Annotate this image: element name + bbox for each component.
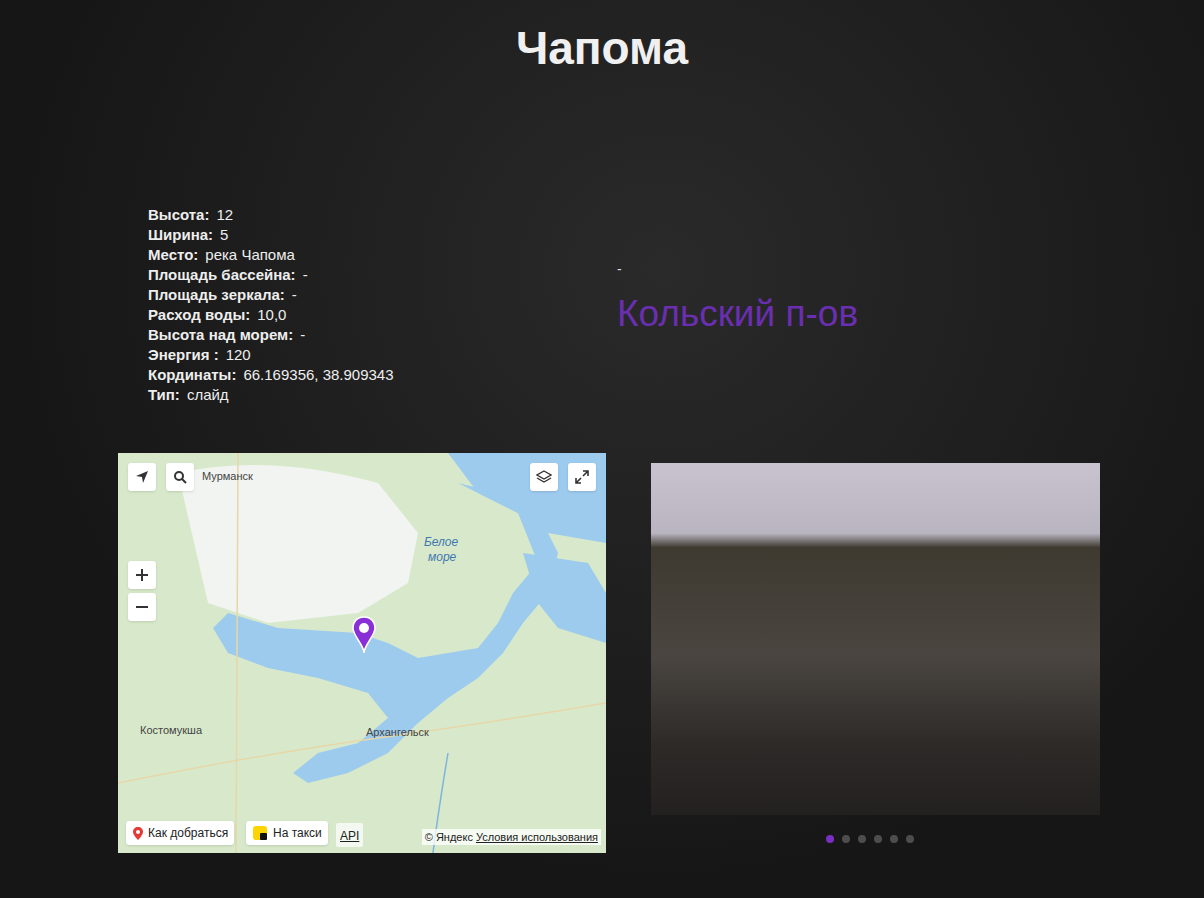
- gallery-dot[interactable]: [858, 835, 866, 843]
- expand-icon: [575, 470, 589, 484]
- api-link[interactable]: API: [340, 829, 359, 843]
- gallery: [651, 463, 1100, 853]
- api-box: API: [336, 823, 363, 847]
- property-row: Место: река Чапома: [148, 245, 617, 265]
- property-label: Тип:: [148, 385, 180, 405]
- region-block: - Кольский п-ов: [617, 205, 858, 405]
- layers-button[interactable]: [530, 463, 558, 491]
- property-label: Расход воды:: [148, 305, 250, 325]
- zoom-in-button[interactable]: [128, 561, 156, 589]
- search-icon: [173, 470, 187, 484]
- properties-list: Высота:12Ширина:5Место:река ЧапомаПлощад…: [0, 205, 617, 405]
- plus-icon: [135, 568, 149, 582]
- property-label: Место:: [148, 245, 198, 265]
- layers-icon: [536, 469, 552, 485]
- property-value: -: [303, 265, 308, 285]
- property-row: Ширина: 5: [148, 225, 617, 245]
- map[interactable]: Мурманск Белоеморе Костомукша Архангельск: [118, 453, 606, 853]
- route-label: Как добраться: [148, 824, 228, 842]
- property-row: Площадь бассейна:-: [148, 265, 617, 285]
- gallery-photo[interactable]: [651, 463, 1100, 815]
- property-value: 10,0: [257, 305, 286, 325]
- map-label: море: [428, 550, 456, 564]
- map-label: Белое: [424, 535, 458, 549]
- property-row: Тип: слайд: [148, 385, 617, 405]
- property-row: Расход воды: 10,0: [148, 305, 617, 325]
- property-value: -: [300, 325, 305, 345]
- map-label: Костомукша: [140, 723, 202, 737]
- map-pin-icon[interactable]: [351, 615, 377, 655]
- gallery-dot[interactable]: [890, 835, 898, 843]
- map-label: Архангельск: [366, 725, 429, 739]
- gallery-dots: [826, 835, 926, 843]
- pin-icon: [132, 826, 144, 841]
- copyright: © Яндекс: [425, 829, 473, 846]
- minus-icon: [135, 600, 149, 614]
- gallery-dot[interactable]: [842, 835, 850, 843]
- property-value: 120: [226, 345, 251, 365]
- property-label: Площадь бассейна:: [148, 265, 296, 285]
- zoom-out-button[interactable]: [128, 593, 156, 621]
- fullscreen-button[interactable]: [568, 463, 596, 491]
- media-row: Мурманск Белоеморе Костомукша Архангельск: [0, 453, 1204, 853]
- taxi-icon: [252, 825, 268, 841]
- property-value: слайд: [187, 385, 229, 405]
- gallery-dot[interactable]: [874, 835, 882, 843]
- property-label: Высота над морем:: [148, 325, 293, 345]
- property-value: 12: [216, 205, 233, 225]
- copyright-box: © Яндекс Условия использования: [422, 829, 601, 846]
- arrow-icon: [135, 470, 149, 484]
- note: -: [617, 259, 858, 279]
- property-row: Энергия : 120: [148, 345, 617, 365]
- page: Чапома Высота: 12Ширина: 5 Место: река Чапом…: [0, 0, 1204, 898]
- map-shapes: [118, 453, 606, 853]
- gallery-dot[interactable]: [826, 835, 834, 843]
- region-title: Кольский п-ов: [617, 291, 858, 337]
- property-value: река Чапома: [205, 245, 295, 265]
- locate-button[interactable]: [128, 463, 156, 491]
- map-label: Мурманск: [202, 469, 253, 483]
- property-value: -: [292, 285, 297, 305]
- route-button[interactable]: Как добраться: [126, 821, 234, 845]
- property-row: Кординаты: 66.169356, 38.909343: [148, 365, 617, 385]
- page-title: Чапома: [0, 0, 1204, 76]
- property-label: Площадь зеркала:: [148, 285, 285, 305]
- property-value: 66.169356, 38.909343: [243, 365, 393, 385]
- property-row: Высота: 12: [148, 205, 617, 225]
- taxi-label: На такси: [273, 824, 322, 842]
- property-label: Энергия :: [148, 345, 219, 365]
- property-row: Площадь зеркала:-: [148, 285, 617, 305]
- property-row: Высота над морем:-: [148, 325, 617, 345]
- property-value: 5: [220, 225, 228, 245]
- search-button[interactable]: [166, 463, 194, 491]
- property-label: Ширина:: [148, 225, 213, 245]
- info-row: Высота:12Ширина:5Место:река ЧапомаПлощад…: [0, 205, 1204, 405]
- terms-link[interactable]: Условия использования: [476, 829, 598, 846]
- property-label: Высота:: [148, 205, 209, 225]
- property-label: Кординаты:: [148, 365, 236, 385]
- gallery-dot[interactable]: [906, 835, 914, 843]
- taxi-button[interactable]: На такси: [246, 821, 328, 845]
